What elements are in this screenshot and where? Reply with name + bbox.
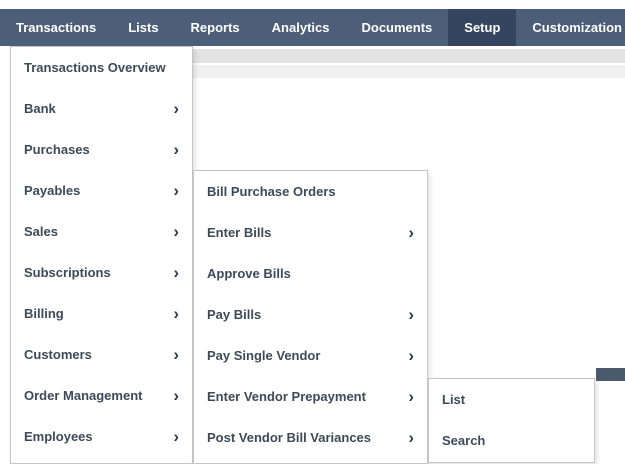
menu-item-pay-single-vendor[interactable]: Pay Single Vendor ›	[194, 335, 427, 376]
menu-item-pay-bills[interactable]: Pay Bills ›	[194, 294, 427, 335]
chevron-right-icon: ›	[408, 346, 414, 365]
enter-vendor-prepayment-submenu: List Search	[428, 378, 595, 463]
menu-item-post-vendor-bill-variances[interactable]: Post Vendor Bill Variances ›	[194, 417, 427, 458]
menu-item-label: Enter Vendor Prepayment	[207, 389, 366, 404]
main-navbar: Transactions Lists Reports Analytics Doc…	[0, 9, 625, 46]
menu-item-sales[interactable]: Sales ›	[11, 211, 192, 252]
menu-item-payables[interactable]: Payables ›	[11, 170, 192, 211]
menu-item-label: Customers	[24, 347, 92, 362]
menu-item-label: Bill Purchase Orders	[207, 184, 336, 199]
chevron-right-icon: ›	[173, 99, 179, 118]
background-fragment	[596, 368, 625, 381]
menu-item-purchases[interactable]: Purchases ›	[11, 129, 192, 170]
menu-item-label: List	[442, 392, 466, 407]
menu-item-label: Sales	[24, 224, 58, 239]
menu-item-label: Pay Bills	[207, 307, 262, 322]
menu-item-billing[interactable]: Billing ›	[11, 293, 192, 334]
menu-item-label: Bank	[24, 101, 56, 116]
menu-item-bill-purchase-orders[interactable]: Bill Purchase Orders	[194, 171, 427, 212]
menu-item-label: Employees	[24, 429, 93, 444]
nav-item-transactions[interactable]: Transactions	[0, 9, 112, 46]
chevron-right-icon: ›	[173, 345, 179, 364]
menu-item-approve-bills[interactable]: Approve Bills	[194, 253, 427, 294]
transactions-menu: Transactions Overview Bank › Purchases ›…	[10, 46, 193, 464]
chevron-right-icon: ›	[173, 386, 179, 405]
menu-item-label: Enter Bills	[207, 225, 272, 240]
chevron-right-icon: ›	[173, 263, 179, 282]
nav-item-analytics[interactable]: Analytics	[256, 9, 346, 46]
menu-item-label: Approve Bills	[207, 266, 291, 281]
menu-item-label: Search	[442, 433, 486, 448]
chevron-right-icon: ›	[408, 223, 414, 242]
menu-item-customers[interactable]: Customers ›	[11, 334, 192, 375]
menu-item-employees[interactable]: Employees ›	[11, 416, 192, 457]
nav-item-documents[interactable]: Documents	[345, 9, 448, 46]
chevron-right-icon: ›	[408, 387, 414, 406]
menu-item-order-management[interactable]: Order Management ›	[11, 375, 192, 416]
menu-item-subscriptions[interactable]: Subscriptions ›	[11, 252, 192, 293]
nav-item-reports[interactable]: Reports	[175, 9, 256, 46]
menu-item-search[interactable]: Search	[429, 420, 594, 461]
menu-item-transactions-overview[interactable]: Transactions Overview	[11, 47, 192, 88]
menu-item-label: Payables	[24, 183, 81, 198]
menu-item-label: Purchases	[24, 142, 90, 157]
chevron-right-icon: ›	[173, 304, 179, 323]
payables-submenu: Bill Purchase Orders Enter Bills › Appro…	[193, 170, 428, 464]
chevron-right-icon: ›	[173, 427, 179, 446]
chevron-right-icon: ›	[408, 428, 414, 447]
menu-item-enter-bills[interactable]: Enter Bills ›	[194, 212, 427, 253]
chevron-right-icon: ›	[173, 181, 179, 200]
menu-item-list[interactable]: List	[429, 379, 594, 420]
chevron-right-icon: ›	[408, 305, 414, 324]
menu-item-enter-vendor-prepayment[interactable]: Enter Vendor Prepayment ›	[194, 376, 427, 417]
nav-item-customization[interactable]: Customization	[516, 9, 625, 46]
background-row	[193, 49, 625, 63]
menu-item-label: Post Vendor Bill Variances	[207, 430, 372, 445]
menu-item-label: Order Management	[24, 388, 143, 403]
menu-item-label: Pay Single Vendor	[207, 348, 321, 363]
chevron-right-icon: ›	[173, 222, 179, 241]
menu-item-bank[interactable]: Bank ›	[11, 88, 192, 129]
chevron-right-icon: ›	[173, 140, 179, 159]
menu-item-label: Subscriptions	[24, 265, 111, 280]
nav-item-lists[interactable]: Lists	[112, 9, 174, 46]
background-row	[193, 65, 625, 78]
menu-item-label: Transactions Overview	[24, 60, 166, 75]
menu-item-label: Billing	[24, 306, 64, 321]
nav-item-setup[interactable]: Setup	[448, 9, 517, 46]
